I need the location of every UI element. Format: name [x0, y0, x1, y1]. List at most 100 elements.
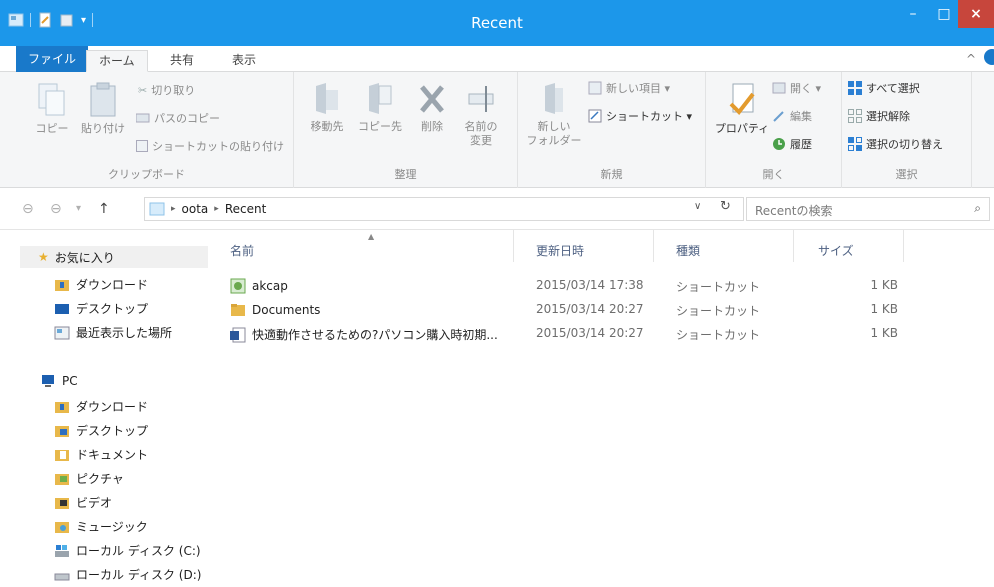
properties-button[interactable]: プロパティ [712, 82, 772, 136]
nav-label: 最近表示した場所 [76, 326, 173, 340]
invert-selection-button[interactable]: 選択の切り替え [848, 136, 943, 152]
properties-icon [729, 83, 755, 116]
recent-locations-dropdown[interactable]: ▾ [76, 203, 81, 214]
tab-share[interactable]: 共有 [158, 50, 206, 72]
move-to-button[interactable]: 移動先 [302, 82, 352, 134]
nav-item-pc-downloads[interactable]: ダウンロード [54, 398, 148, 415]
new-folder-icon [545, 83, 563, 114]
select-group: すべて選択 選択解除 選択の切り替え 選択 [842, 72, 972, 188]
back-button[interactable]: ⊖ [22, 201, 34, 217]
ribbon-collapse-button[interactable]: ^ [966, 52, 976, 66]
new-folder-button[interactable]: 新しい フォルダー [526, 82, 582, 148]
close-button[interactable]: × [958, 0, 994, 28]
nav-item-music[interactable]: ミュージック [54, 518, 148, 535]
column-header-type[interactable]: 種類 [654, 230, 794, 262]
paste-shortcut-label: ショートカットの貼り付け [152, 140, 284, 153]
copy-button[interactable]: コピー [32, 82, 72, 136]
nav-pc[interactable]: PC [40, 374, 78, 388]
file-size: 1 KB [870, 326, 898, 340]
nav-item-local-disk-d[interactable]: ローカル ディスク (D:) [54, 566, 201, 583]
file-name-cell: Documents [230, 302, 320, 318]
clipboard-group-label: クリップボード [108, 168, 185, 181]
copy-to-button[interactable]: コピー先 [354, 82, 406, 134]
nav-item-pictures[interactable]: ピクチャ [54, 470, 124, 487]
tab-view[interactable]: 表示 [220, 50, 268, 72]
breadcrumb-oota[interactable]: oota [182, 202, 209, 216]
title-bar: ▾ Recent – □ × [0, 0, 994, 46]
paste-shortcut-button[interactable]: ショートカットの貼り付け [136, 138, 284, 154]
cut-button[interactable]: ✂ 切り取り [138, 82, 195, 98]
file-name-cell: akcap [230, 278, 288, 294]
select-none-icon [848, 109, 862, 123]
search-input[interactable]: Recentの検索 ⌕ [746, 197, 990, 221]
nav-item-pc-desktop[interactable]: デスクトップ [54, 422, 148, 439]
refresh-button[interactable]: ↻ [720, 199, 731, 214]
file-row[interactable]: akcap 2015/03/14 17:38 ショートカット 1 KB [208, 274, 994, 296]
new-item-icon [588, 81, 602, 95]
new-item-button[interactable]: 新しい項目 ▾ [588, 80, 670, 96]
open-group-label: 開く [762, 168, 785, 181]
column-header-date[interactable]: 更新日時 [514, 230, 654, 262]
new-folder-label-1: 新しい [537, 120, 571, 133]
forward-button[interactable]: ⊖ [50, 201, 62, 217]
nav-item-desktop[interactable]: デスクトップ [54, 300, 148, 317]
nav-label: ミュージック [76, 520, 148, 534]
delete-button[interactable]: 削除 [412, 82, 452, 134]
column-header-size-label: サイズ [818, 244, 854, 258]
copy-to-icon [369, 83, 392, 114]
nav-item-recent-places[interactable]: 最近表示した場所 [54, 324, 172, 341]
clipboard-group: コピー 貼り付け ✂ 切り取り パスのコピー ショートカットの貼り付け クリップ… [0, 72, 294, 188]
new-shortcut-label: ショートカット ▾ [606, 110, 693, 123]
copy-path-label: パスのコピー [154, 112, 220, 125]
paste-button[interactable]: 貼り付け [78, 82, 128, 136]
select-all-button[interactable]: すべて選択 [848, 80, 920, 96]
rename-button[interactable]: 名前の 変更 [454, 82, 508, 148]
edit-button[interactable]: 編集 [772, 108, 812, 124]
nav-item-local-disk-c[interactable]: ローカル ディスク (C:) [54, 542, 201, 559]
maximize-button[interactable]: □ [930, 0, 958, 28]
select-none-button[interactable]: 選択解除 [848, 108, 910, 124]
column-header-size[interactable]: サイズ [794, 230, 904, 262]
file-size: 1 KB [870, 302, 898, 316]
file-row[interactable]: 快適動作させるための?パソコン購入時初期... 2015/03/14 20:27… [208, 322, 994, 344]
nav-label: ダウンロード [76, 400, 149, 414]
select-none-label: 選択解除 [866, 110, 910, 123]
open-button[interactable]: 開く ▾ [772, 80, 821, 96]
drive-icon [54, 573, 70, 580]
nav-item-documents[interactable]: ドキュメント [54, 446, 148, 463]
address-bar[interactable]: ▸ oota ▸ Recent [144, 197, 744, 221]
breadcrumb-recent[interactable]: Recent [225, 202, 266, 216]
search-icon[interactable]: ⌕ [974, 201, 981, 216]
nav-label: ダウンロード [76, 278, 149, 292]
up-button[interactable]: ↑ [98, 201, 110, 217]
navigation-pane: ★ お気に入り ダウンロード デスクトップ 最近表示した場所 PC ダウンロード… [0, 230, 208, 587]
nav-label: デスクトップ [76, 424, 149, 438]
tab-home[interactable]: ホーム [86, 50, 148, 72]
location-icon [149, 202, 165, 216]
history-button[interactable]: 履歴 [772, 136, 812, 152]
file-row[interactable]: Documents 2015/03/14 20:27 ショートカット 1 KB [208, 298, 994, 320]
properties-label: プロパティ [714, 122, 770, 135]
breadcrumb-separator: ▸ [171, 204, 176, 214]
new-shortcut-button[interactable]: ショートカット ▾ [588, 108, 692, 124]
nav-label: ビデオ [76, 496, 113, 510]
help-icon[interactable] [984, 49, 994, 65]
minimize-button[interactable]: – [896, 0, 930, 28]
column-header-name[interactable]: ▲ 名前 [208, 230, 514, 262]
tab-file[interactable]: ファイル [16, 46, 89, 72]
new-item-label: 新しい項目 ▾ [606, 82, 671, 95]
copy-path-button[interactable]: パスのコピー [136, 110, 220, 126]
rename-icon [468, 86, 494, 112]
file-type: ショートカット [676, 304, 761, 318]
nav-favorites[interactable]: ★ お気に入り [20, 246, 208, 268]
file-date: 2015/03/14 20:27 [536, 302, 644, 316]
edit-label: 編集 [790, 110, 812, 123]
recent-places-icon [54, 326, 70, 339]
file-name: Documents [252, 303, 321, 317]
address-dropdown[interactable]: ∨ [694, 201, 701, 212]
nav-item-videos[interactable]: ビデオ [54, 494, 112, 511]
nav-label: ローカル ディスク (C:) [76, 544, 201, 558]
nav-item-downloads[interactable]: ダウンロード [54, 276, 148, 293]
history-label: 履歴 [790, 138, 812, 151]
shortcut-icon [588, 109, 602, 123]
